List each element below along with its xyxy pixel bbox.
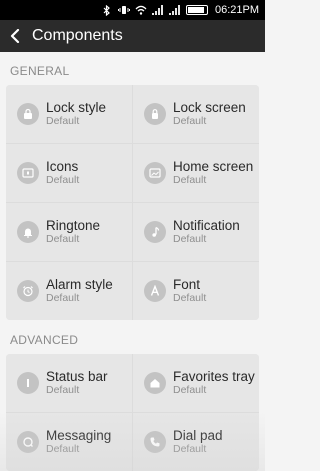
tile-messaging[interactable]: Messaging Default: [6, 413, 132, 471]
tile-favorites-tray[interactable]: Favorites tray Default: [133, 354, 259, 412]
tile-ringtone[interactable]: Ringtone Default: [6, 203, 132, 261]
tile-label: Alarm style: [46, 276, 113, 292]
signal-icon: [152, 5, 164, 16]
tile-label: Status bar: [46, 368, 108, 384]
phone-icon: [144, 431, 166, 453]
tile-sub: Default: [46, 443, 80, 456]
tile-label: Home screen: [173, 158, 254, 174]
tile-dial-pad[interactable]: Dial pad Default: [133, 413, 259, 471]
tile-label: Lock style: [46, 99, 107, 115]
status-bar: 06:21PM: [0, 0, 265, 20]
tile-label: Font: [173, 276, 201, 292]
tile-label: Favorites tray: [173, 368, 255, 384]
chevron-left-icon[interactable]: [10, 29, 24, 43]
page-title: Components: [32, 27, 123, 44]
tile-label: Dial pad: [173, 427, 223, 443]
tile-sub: Default: [46, 115, 80, 128]
font-icon: [144, 280, 166, 302]
section-label-advanced: ADVANCED: [10, 333, 79, 347]
tile-label: Icons: [46, 158, 79, 174]
tile-status-bar[interactable]: Status bar Default: [6, 354, 132, 412]
header: Components: [0, 20, 265, 52]
icons-icon: [17, 162, 39, 184]
tile-alarm-style[interactable]: Alarm style Default: [6, 262, 132, 320]
tile-font[interactable]: Font Default: [133, 262, 259, 320]
tile-sub: Default: [173, 115, 207, 128]
bell-icon: [17, 221, 39, 243]
general-grid: Lock style Default Lock screen Default Ico…: [6, 85, 259, 320]
tile-sub: Default: [173, 292, 207, 305]
status-bar-icon: [17, 372, 39, 394]
tile-sub: Default: [173, 233, 207, 246]
home-icon: [144, 372, 166, 394]
tile-notification[interactable]: Notification Default: [133, 203, 259, 261]
message-icon: [17, 431, 39, 453]
advanced-grid: Status bar Default Favorites tray Default …: [6, 354, 259, 471]
tile-lock-screen[interactable]: Lock screen Default: [133, 85, 259, 143]
status-time: 06:21PM: [214, 4, 259, 16]
tile-sub: Default: [173, 384, 207, 397]
tile-sub: Default: [173, 174, 207, 187]
tile-sub: Default: [46, 233, 80, 246]
tile-lock-style[interactable]: Lock style Default: [6, 85, 132, 143]
tile-sub: Default: [46, 174, 80, 187]
tile-sub: Default: [46, 292, 80, 305]
tile-label: Messaging: [46, 427, 112, 443]
tile-home-screen[interactable]: Home screen Default: [133, 144, 259, 202]
section-label-general: GENERAL: [10, 64, 70, 78]
battery-icon: [185, 5, 208, 15]
signal-icon: [169, 5, 181, 16]
wifi-icon: [135, 5, 147, 16]
tile-icons[interactable]: Icons Default: [6, 144, 132, 202]
tile-label: Lock screen: [173, 99, 246, 115]
tile-sub: Default: [173, 443, 207, 456]
bluetooth-icon: [101, 4, 113, 16]
lock-icon: [17, 103, 39, 125]
lock-screen-icon: [144, 103, 166, 125]
tile-sub: Default: [46, 384, 80, 397]
tile-label: Ringtone: [46, 217, 101, 233]
home-screen-icon: [144, 162, 166, 184]
tile-label: Notification: [173, 217, 240, 233]
music-note-icon: [144, 221, 166, 243]
vibrate-icon: [117, 5, 130, 16]
alarm-clock-icon: [17, 280, 39, 302]
